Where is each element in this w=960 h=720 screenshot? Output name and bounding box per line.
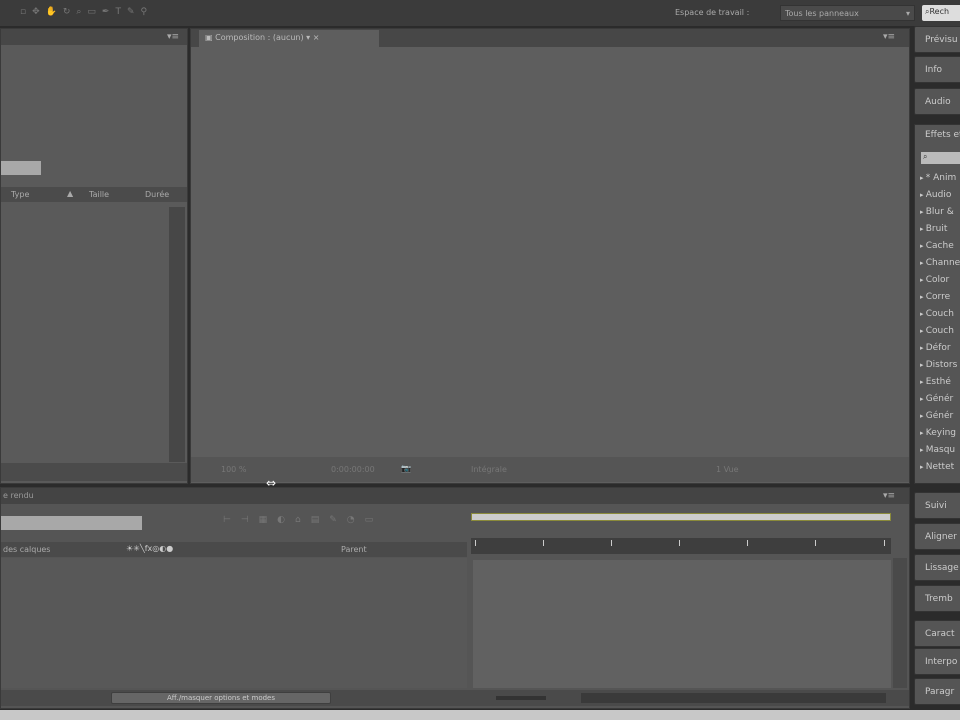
project-column-header: Type ▲ Taille Durée [1, 187, 187, 202]
panel-menu-icon[interactable]: ▾≡ [883, 491, 895, 501]
top-toolbar: ▫✥✋↻⌕▭✒T✎⚲ Espace de travail : Tous les … [0, 0, 960, 26]
timeline-tabbar: e rendu ▾≡ [1, 488, 909, 504]
effect-category[interactable]: Couch [920, 309, 954, 319]
effect-category[interactable]: Esthé [920, 377, 951, 387]
snapshot-icon[interactable]: 📷 [401, 464, 411, 473]
effect-category[interactable]: Distors [920, 360, 958, 370]
effect-category[interactable]: Cache [920, 241, 954, 251]
project-scrollbar[interactable] [169, 207, 185, 462]
composition-tabbar: ▣ Composition : (aucun) ▾ × ▾≡ [191, 29, 909, 47]
panel-preview[interactable]: Prévisu [914, 26, 960, 53]
tab-composition[interactable]: ▣ Composition : (aucun) ▾ × [199, 30, 379, 47]
current-time[interactable]: 0:00:00:00 [331, 465, 375, 474]
effect-category[interactable]: Nettet [920, 462, 954, 472]
ruler-tick [543, 540, 544, 546]
effect-category[interactable]: Corre [920, 292, 950, 302]
effect-category[interactable]: Génér [920, 394, 953, 404]
timeline-switch-icons[interactable]: ⊢⊣▦◐⌂▤✎◔▭ [223, 515, 383, 525]
layer-column-header: des calques ☀✳╲fx◎◐● Parent [1, 542, 467, 557]
layer-list [1, 558, 467, 688]
panel-audio[interactable]: Audio [914, 88, 960, 115]
effect-category[interactable]: * Anim [920, 173, 957, 183]
composition-viewer[interactable] [191, 47, 909, 457]
panel-info[interactable]: Info [914, 56, 960, 83]
panel-tracker[interactable]: Suivi [914, 492, 960, 519]
col-layer-name[interactable]: des calques [3, 545, 50, 554]
timeline-graph-area [473, 560, 891, 688]
sort-icon: ▲ [67, 189, 74, 198]
ruler-tick [679, 540, 680, 546]
viewer-footer: 100 % 0:00:00:00 📷 Intégrale 1 Vue [191, 457, 909, 482]
col-duration[interactable]: Durée [145, 190, 169, 199]
panel-menu-icon[interactable]: ▾≡ [167, 32, 179, 42]
ruler-tick [475, 540, 476, 546]
effect-category[interactable]: Masqu [920, 445, 955, 455]
effect-category[interactable]: Défor [920, 343, 951, 353]
timeline-scrollbar[interactable] [893, 558, 907, 688]
effect-category[interactable]: Couch [920, 326, 954, 336]
col-size[interactable]: Taille [89, 190, 109, 199]
composition-panel: ▣ Composition : (aucun) ▾ × ▾≡ 100 % 0:0… [190, 28, 910, 484]
panel-paragraph[interactable]: Paragr [914, 678, 960, 705]
effect-category[interactable]: Color [920, 275, 950, 285]
timeline-footer: Aff./masquer options et modes [1, 690, 909, 706]
composition-icon: ▣ [205, 33, 216, 42]
ruler-tick [815, 540, 816, 546]
effect-category[interactable]: Channel [920, 258, 960, 268]
effect-category[interactable]: Bruit [920, 224, 948, 234]
ruler-tick [611, 540, 612, 546]
horizontal-scrollbar[interactable] [581, 693, 886, 703]
effects-search-field[interactable]: ⌕ [921, 152, 960, 164]
col-parent[interactable]: Parent [341, 545, 367, 554]
panel-smoother[interactable]: Lissage [914, 554, 960, 581]
panel-motion-sketch[interactable]: Interpo [914, 648, 960, 675]
timeline-search-field[interactable] [1, 516, 142, 530]
toolbar-icons[interactable]: ▫✥✋↻⌕▭✒T✎⚲ [20, 7, 153, 17]
resolution-select[interactable]: Intégrale [471, 465, 507, 474]
taskbar [0, 710, 960, 720]
col-type[interactable]: Type [11, 190, 29, 199]
workspace-value: Tous les panneaux [785, 9, 859, 18]
timeline-panel: e rendu ▾≡ ⊢⊣▦◐⌂▤✎◔▭ des calques ☀✳╲fx◎◐… [0, 487, 910, 709]
toggle-switches-modes-button[interactable]: Aff./masquer options et modes [111, 692, 331, 704]
ruler-tick [747, 540, 748, 546]
effects-title[interactable]: Effets et [925, 130, 960, 140]
search-icon: ⌕ [923, 152, 928, 161]
chevron-down-icon: ▾ [905, 9, 910, 18]
panel-wiggler[interactable]: Tremb [914, 585, 960, 612]
ruler-tick [884, 540, 885, 546]
project-panel: ▾≡ Type ▲ Taille Durée [0, 28, 188, 484]
search-help[interactable]: ⌕Rech [922, 5, 960, 21]
workspace-label: Espace de travail : [675, 8, 750, 17]
project-search-field[interactable] [1, 161, 41, 175]
project-tabbar: ▾≡ [1, 29, 187, 45]
zoom-slider[interactable] [496, 696, 546, 700]
effect-category[interactable]: Génér [920, 411, 953, 421]
panel-align[interactable]: Aligner [914, 523, 960, 550]
effect-category[interactable]: Audio [920, 190, 952, 200]
workspace-select[interactable]: Tous les panneaux ▾ [780, 5, 915, 21]
switch-icons: ☀✳╲fx◎◐● [126, 544, 174, 553]
magnification[interactable]: 100 % [221, 465, 246, 474]
panel-character[interactable]: Caract [914, 620, 960, 647]
panel-menu-icon[interactable]: ▾≡ [883, 32, 895, 42]
effect-category[interactable]: Blur & [920, 207, 954, 217]
views-select[interactable]: 1 Vue [716, 465, 739, 474]
time-ruler[interactable] [471, 538, 891, 554]
effect-category[interactable]: Keying [920, 428, 956, 438]
tab-render-queue[interactable]: e rendu [3, 491, 34, 500]
project-footer [1, 463, 187, 481]
work-area-bar[interactable] [471, 513, 891, 521]
